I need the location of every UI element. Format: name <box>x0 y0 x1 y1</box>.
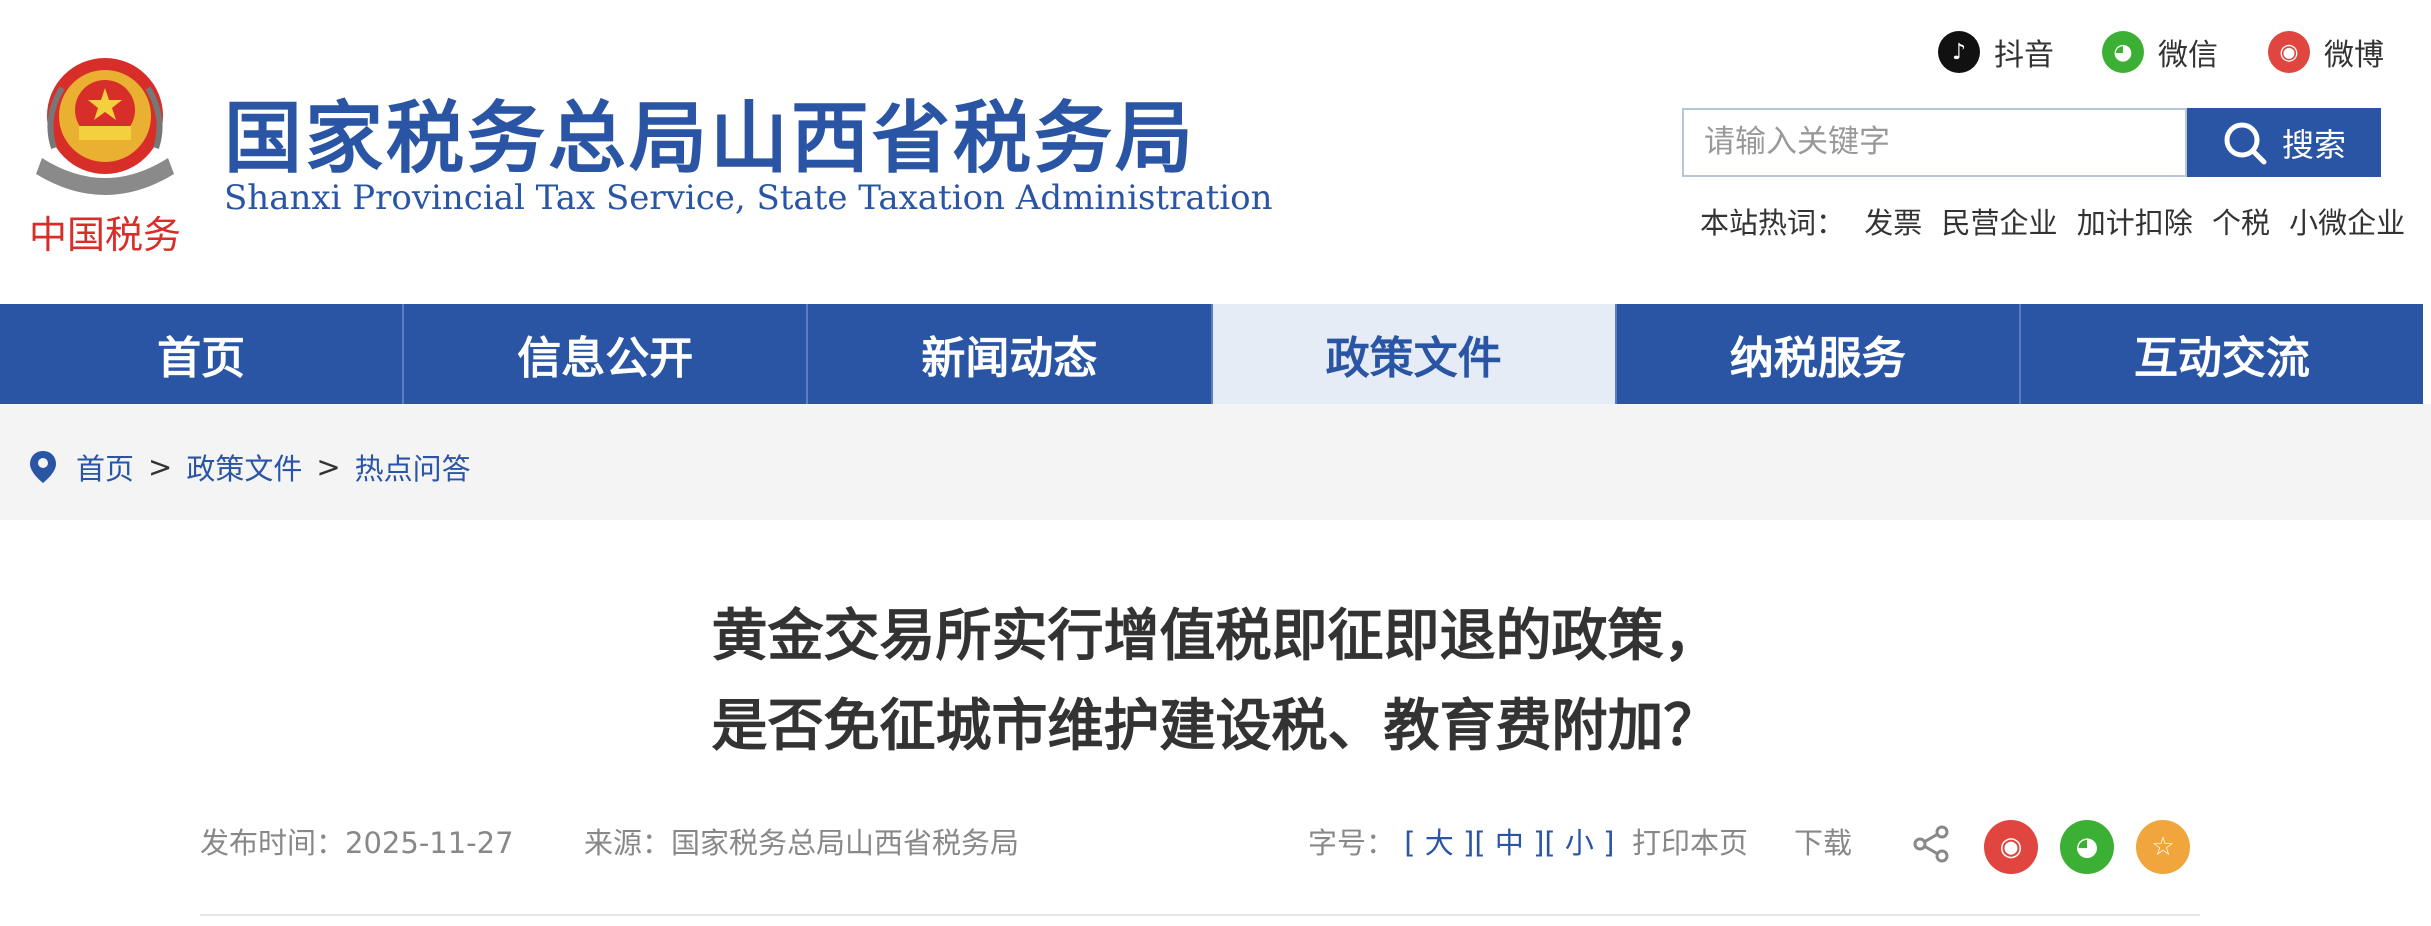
hot-word[interactable]: 小微企业 <box>2289 206 2405 240</box>
site-subtitle: Shanxi Provincial Tax Service, State Tax… <box>224 178 1273 218</box>
hot-word[interactable]: 个税 <box>2212 206 2270 240</box>
font-size-control: 字号： [ 大 ][ 中 ][ 小 ] <box>1308 820 1614 862</box>
hot-words: 本站热词： 发票 民营企业 加计扣除 个税 小微企业 <box>1700 200 2415 242</box>
nav-item-info-disclosure[interactable]: 信息公开 <box>404 304 809 404</box>
national-emblem-logo[interactable]: 中国税务 <box>24 48 186 258</box>
search-button-label: 搜索 <box>2281 125 2346 164</box>
source-value: 国家税务总局山西省税务局 <box>671 826 1020 860</box>
nav-item-home[interactable]: 首页 <box>0 304 405 404</box>
tiktok-label: 抖音 <box>1994 38 2054 73</box>
hot-words-label: 本站热词： <box>1700 206 1846 240</box>
meta-divider <box>200 914 2200 916</box>
tiktok-link[interactable]: ♪ 抖音 <box>1938 30 2054 74</box>
print-page-link[interactable]: 打印本页 <box>1632 820 1748 862</box>
hot-word[interactable]: 加计扣除 <box>2077 206 2193 240</box>
share-icon[interactable] <box>1912 824 1952 868</box>
location-pin-icon <box>30 451 56 483</box>
breadcrumb-home[interactable]: 首页 <box>76 446 134 488</box>
source-label: 来源： <box>584 826 672 860</box>
publish-value: 2025-11-27 <box>345 826 514 860</box>
font-size-label: 字号： <box>1308 826 1396 860</box>
wechat-icon: ◕ <box>2102 31 2144 73</box>
article-source: 来源：国家税务总局山西省税务局 <box>584 820 1019 862</box>
font-size-large[interactable]: [ 大 ] <box>1404 826 1474 860</box>
main-nav: 首页 信息公开 新闻动态 政策文件 纳税服务 互动交流 <box>0 304 2423 404</box>
font-size-small[interactable]: [ 小 ] <box>1544 826 1614 860</box>
favorite-star-icon[interactable]: ☆ <box>2136 820 2190 874</box>
search-icon <box>2224 122 2267 164</box>
breadcrumb-separator: > <box>148 450 173 484</box>
hot-word[interactable]: 发票 <box>1864 206 1922 240</box>
font-size-medium[interactable]: [ 中 ] <box>1474 826 1544 860</box>
article-title-line: 黄金交易所实行增值税即征即退的政策， <box>711 604 1720 669</box>
search-button[interactable]: 搜索 <box>2187 108 2381 177</box>
tiktok-icon: ♪ <box>1938 31 1980 73</box>
weibo-icon: ◉ <box>2268 31 2310 73</box>
wechat-link[interactable]: ◕ 微信 <box>2102 30 2218 74</box>
share-weibo-icon[interactable]: ◉ <box>1984 820 2038 874</box>
search-input[interactable]: 请输入关键字 <box>1682 108 2187 177</box>
breadcrumb: 首页 > 政策文件 > 热点问答 <box>28 446 471 488</box>
weibo-link[interactable]: ◉ 微博 <box>2268 30 2384 74</box>
wechat-label: 微信 <box>2158 38 2218 73</box>
nav-item-tax-service[interactable]: 纳税服务 <box>1617 304 2021 404</box>
article-title-line: 是否免征城市维护建设税、教育费附加？ <box>711 694 1720 759</box>
download-link[interactable]: 下载 <box>1794 820 1852 862</box>
publish-label: 发布时间： <box>200 826 346 860</box>
nav-item-policy[interactable]: 政策文件 <box>1212 304 1617 404</box>
article-title: 黄金交易所实行增值税即征即退的政策， 是否免征城市维护建设税、教育费附加？ <box>600 592 1831 772</box>
share-wechat-icon[interactable]: ◕ <box>2060 820 2114 874</box>
breadcrumb-policy[interactable]: 政策文件 <box>186 446 302 488</box>
breadcrumb-hot-qa[interactable]: 热点问答 <box>355 446 471 488</box>
emblem-caption: 中国税务 <box>29 213 181 257</box>
hot-word[interactable]: 民营企业 <box>1941 206 2057 240</box>
publish-date: 发布时间：2025-11-27 <box>200 820 514 862</box>
site-title[interactable]: 国家税务总局山西省税务局 <box>224 76 1196 188</box>
nav-item-news[interactable]: 新闻动态 <box>808 304 1213 404</box>
weibo-label: 微博 <box>2324 38 2384 73</box>
nav-item-interaction[interactable]: 互动交流 <box>2021 304 2423 404</box>
breadcrumb-separator: > <box>316 450 341 484</box>
